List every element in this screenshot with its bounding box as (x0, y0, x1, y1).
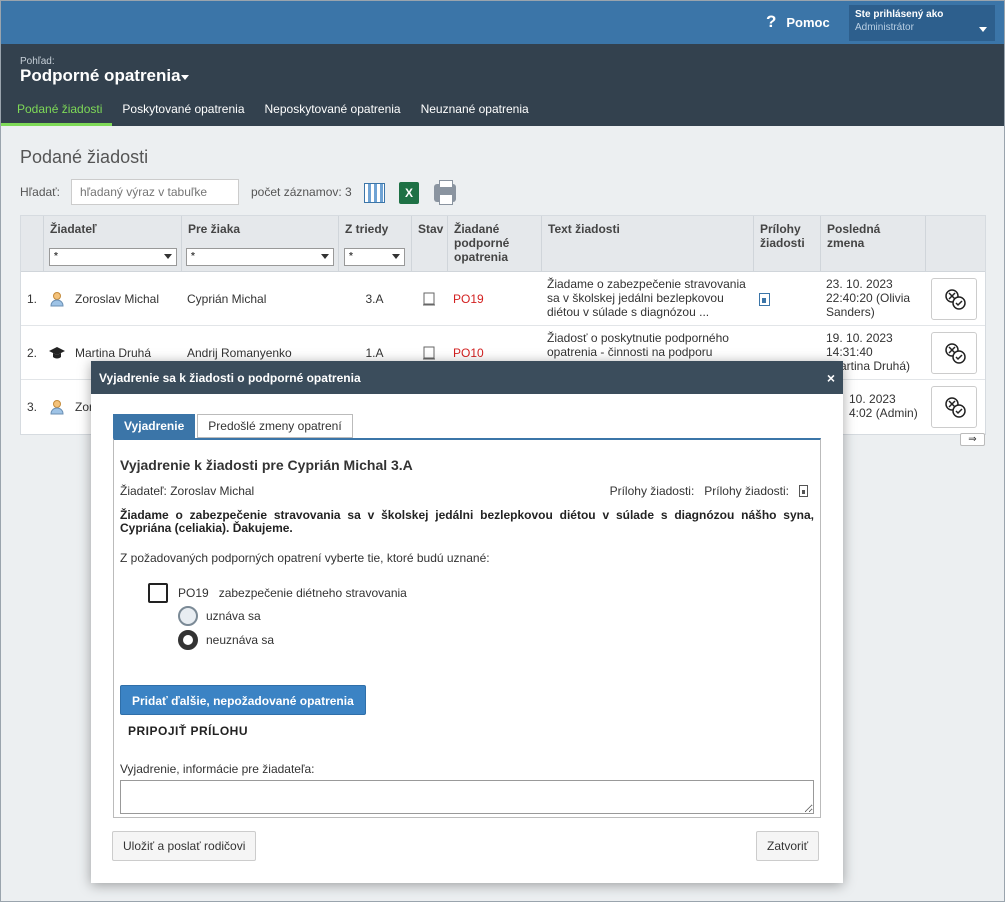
filter-class[interactable]: * (344, 248, 405, 266)
row-number: 1. (27, 292, 38, 306)
filter-applicant[interactable]: * (49, 248, 177, 266)
tab-poskytovane-opatrenia[interactable]: Poskytované opatrenia (112, 101, 254, 126)
col-student[interactable]: Pre žiaka * (181, 216, 338, 272)
radio-reject[interactable] (178, 630, 198, 650)
review-action-button[interactable] (931, 332, 977, 374)
filter-student[interactable]: * (186, 248, 334, 266)
last-change: 10. 2023 4:02 (Admin) (849, 392, 918, 420)
dialog-header: Vyjadrenie sa k žiadosti o podporné opat… (91, 361, 843, 394)
col-status[interactable]: Stav (411, 216, 447, 272)
review-dialog: Vyjadrenie sa k žiadosti o podporné opat… (91, 361, 843, 883)
col-num (21, 216, 43, 272)
tab-vyjadrenie[interactable]: Vyjadrenie (113, 414, 196, 438)
excel-export-icon[interactable]: X (399, 182, 419, 204)
book-icon (423, 292, 435, 306)
comment-label: Vyjadrenie, informácie pre žiadateľa: (120, 762, 315, 776)
review-action-button[interactable] (931, 278, 977, 320)
attachments-label: Prílohy žiadosti: (704, 484, 789, 498)
request-text: Žiadame o zabezpečenie stravovania sa v … (120, 508, 814, 535)
attachment-icon[interactable] (759, 292, 770, 306)
close-button[interactable]: Zatvoriť (756, 831, 820, 861)
attachments-label: Prílohy žiadosti: (609, 484, 695, 498)
attachment-icon[interactable] (799, 485, 808, 497)
view-tabs: Podané žiadosti Poskytované opatrenia Ne… (1, 101, 539, 126)
measure-checkbox[interactable] (148, 583, 168, 603)
save-send-button[interactable]: Uložiť a poslať rodičovi (112, 831, 257, 861)
comment-textarea[interactable] (120, 780, 814, 814)
help-icon: ? (766, 12, 777, 31)
chevron-down-icon (979, 27, 987, 32)
col-applicant[interactable]: Žiadateľ * (43, 216, 181, 272)
review-attachments: Prílohy žiadosti: Prílohy žiadosti: (610, 484, 808, 498)
col-class[interactable]: Z triedy * (338, 216, 411, 272)
table-row[interactable]: 1. Zoroslav Michal Cyprián Michal 3.A PO… (21, 272, 985, 326)
last-change: 23. 10. 2023 22:40:20 (Olivia Sanders) (826, 277, 911, 319)
chevron-down-icon (392, 254, 400, 259)
parent-icon (50, 292, 64, 307)
graduation-cap-icon (49, 347, 65, 359)
help-label: Pomoc (786, 14, 830, 30)
tab-podane-ziadosti[interactable]: Podané žiadosti (1, 101, 113, 126)
approve-reject-icon (945, 343, 966, 364)
tab-neposkytovane-opatrenia[interactable]: Neposkytované opatrenia (255, 101, 411, 126)
add-measures-button[interactable]: Pridať ďalšie, nepožadované opatrenia (120, 685, 366, 715)
status-cell (411, 272, 447, 326)
review-applicant: Žiadateľ: Zoroslav Michal (120, 484, 255, 498)
chevron-down-icon (164, 254, 172, 259)
applicant-name: Martina Druhá (75, 346, 152, 360)
search-input[interactable] (71, 179, 239, 205)
dialog-panel: Vyjadrenie k žiadosti pre Cyprián Michal… (113, 438, 821, 818)
applicant-cell: Zoroslav Michal (43, 272, 181, 326)
top-bar: ? Pomoc Ste prihlásený ako Administrátor (1, 1, 1004, 44)
help-link[interactable]: ? Pomoc (766, 12, 830, 32)
scroll-right-icon[interactable]: ⇒ (960, 433, 985, 446)
close-icon[interactable]: × (827, 370, 835, 386)
instruction-text: Z požadovaných podporných opatrení vyber… (120, 551, 490, 565)
student-name: Cyprián Michal (187, 292, 267, 306)
view-selector[interactable]: Podporné opatrenia (20, 66, 181, 86)
table-header: Žiadateľ * Pre žiaka * Z triedy * Stav Ž… (21, 216, 985, 272)
columns-icon[interactable] (364, 183, 385, 203)
radio-accept-label: uznáva sa (206, 609, 261, 623)
page-title: Podané žiadosti (20, 147, 149, 167)
user-label: Ste prihlásený ako (855, 9, 944, 20)
col-actions (925, 216, 987, 272)
dialog-tabs: Vyjadrenie Predošlé zmeny opatrení (113, 414, 355, 438)
approve-reject-icon (945, 289, 966, 310)
col-last-change[interactable]: Posledná zmena (820, 216, 925, 272)
class-name: 3.A (365, 292, 384, 306)
row-number: 2. (27, 346, 38, 360)
radio-accept[interactable] (178, 606, 198, 626)
attachment-cell[interactable] (753, 272, 820, 326)
request-text: Žiadame o zabezpečenie stravovania sa v … (547, 277, 746, 319)
radio-reject-label: neuznáva sa (206, 633, 275, 647)
row-number: 3. (27, 400, 38, 414)
measure-code: PO19 (453, 292, 484, 306)
chevron-down-icon (321, 254, 329, 259)
measure-label: PO19 zabezpečenie diétneho stravovania (178, 586, 407, 600)
applicant-name: Zoroslav Michal (75, 292, 160, 306)
col-measures[interactable]: Žiadané podporné opatrenia (447, 216, 541, 272)
record-count: počet záznamov: 3 (251, 185, 352, 199)
search-label: Hľadať: (20, 185, 61, 199)
review-action-button[interactable] (931, 386, 977, 428)
attach-file-link[interactable]: PRIPOJIŤ PRÍLOHU (128, 724, 248, 738)
tab-predosle-zmeny[interactable]: Predošlé zmeny opatrení (197, 414, 353, 438)
user-menu[interactable]: Ste prihlásený ako Administrátor (849, 5, 995, 41)
review-title: Vyjadrenie k žiadosti pre Cyprián Michal… (120, 457, 413, 473)
view-header: Pohľad: Podporné opatrenia Podané žiados… (1, 44, 1004, 126)
print-icon[interactable] (434, 180, 456, 205)
dialog-title: Vyjadrenie sa k žiadosti o podporné opat… (99, 371, 361, 385)
approve-reject-icon (945, 397, 966, 418)
user-name: Administrátor (855, 22, 914, 33)
col-attachments[interactable]: Prílohy žiadosti (753, 216, 820, 272)
col-text[interactable]: Text žiadosti (541, 216, 753, 272)
chevron-down-icon[interactable] (181, 75, 189, 80)
book-icon (423, 346, 435, 360)
parent-icon (50, 400, 64, 415)
tab-neuznane-opatrenia[interactable]: Neuznané opatrenia (411, 101, 539, 126)
